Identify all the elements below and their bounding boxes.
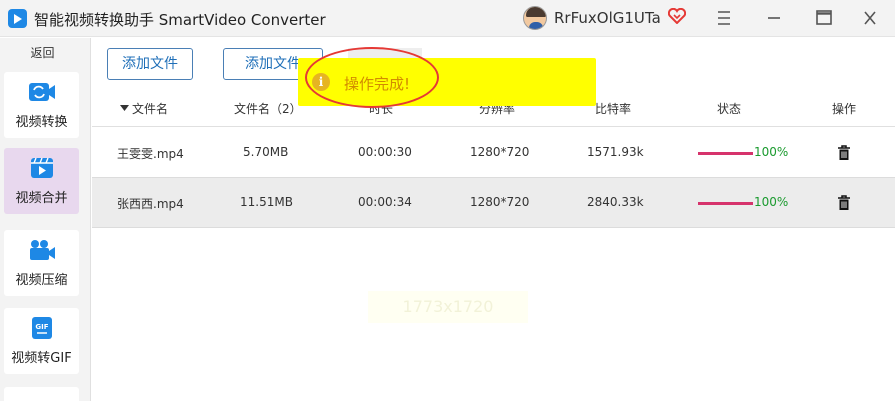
header-action: 操作 — [832, 102, 857, 116]
row-name: 张西西.mp4 — [117, 197, 184, 211]
header-bitrate[interactable]: 比特率 — [595, 100, 631, 117]
row-bitrate: 1571.93k — [587, 145, 644, 159]
progress-percent: 100% — [754, 195, 789, 209]
watermark: 1773x1720 — [368, 291, 528, 323]
sidebar-item-more[interactable] — [4, 387, 79, 401]
sidebar-item-video-compress[interactable]: 视频压缩 — [4, 230, 79, 296]
sidebar-item-label: 视频合并 — [15, 191, 68, 206]
window-title: 智能视频转换助手 SmartVideo Converter — [34, 11, 326, 29]
minimize-icon[interactable] — [754, 0, 794, 36]
table-row[interactable]: 张西西.mp4 11.51MB 00:00:34 1280*720 2840.3… — [92, 178, 895, 228]
progress-percent: 100% — [754, 145, 789, 159]
trash-icon[interactable] — [837, 145, 851, 161]
sort-down-icon[interactable] — [120, 105, 129, 111]
gif-icon: GIF — [32, 317, 52, 339]
maximize-icon[interactable] — [804, 0, 844, 36]
back-button[interactable]: 返回 — [0, 44, 85, 62]
table-row[interactable]: 王雯雯.mp4 5.70MB 00:00:30 1280*720 1571.93… — [92, 128, 895, 178]
row-bitrate: 2840.33k — [587, 195, 644, 209]
sidebar-item-label: 视频压缩 — [15, 273, 68, 288]
row-duration: 00:00:30 — [358, 145, 412, 159]
row-resolution: 1280*720 — [470, 145, 530, 159]
row-name: 王雯雯.mp4 — [117, 147, 184, 161]
row-size: 5.70MB — [243, 145, 289, 159]
progress-bar — [698, 202, 753, 205]
sidebar-item-label: 视频转换 — [15, 115, 68, 130]
menu-icon[interactable] — [704, 0, 744, 36]
close-icon[interactable] — [850, 0, 890, 36]
sidebar-item-label: 视频转GIF — [11, 351, 72, 366]
svg-text:GIF: GIF — [35, 323, 48, 331]
video-compress-icon — [30, 240, 55, 260]
row-duration: 00:00:34 — [358, 195, 412, 209]
vip-heart-icon[interactable] — [668, 8, 686, 24]
annotation-circle — [305, 47, 439, 108]
header-status: 状态 — [717, 102, 742, 116]
row-resolution: 1280*720 — [470, 195, 530, 209]
sidebar-item-video-merge[interactable]: 视频合并 — [4, 148, 79, 214]
user-avatar[interactable] — [523, 6, 547, 30]
progress-bar — [698, 152, 753, 155]
sidebar-item-video-convert[interactable]: 视频转换 — [4, 72, 79, 138]
app-logo-icon — [8, 9, 27, 28]
username-label[interactable]: RrFuxOlG1UTa — [554, 9, 661, 27]
row-size: 11.51MB — [240, 195, 293, 209]
header-size[interactable]: 文件名（2） — [234, 100, 302, 117]
sidebar-item-video-to-gif[interactable]: GIF 视频转GIF — [4, 308, 79, 374]
add-file-button[interactable]: 添加文件 — [107, 48, 193, 80]
title-bar: 智能视频转换助手 SmartVideo Converter RrFuxOlG1U… — [0, 0, 895, 37]
sidebar: 返回 视频转换 视频合并 视频压缩 GIF 视频转GIF — [0, 38, 91, 401]
video-convert-icon — [29, 83, 55, 101]
header-name[interactable]: 文件名 — [132, 100, 168, 117]
video-merge-icon — [31, 157, 53, 178]
trash-icon[interactable] — [837, 195, 851, 211]
